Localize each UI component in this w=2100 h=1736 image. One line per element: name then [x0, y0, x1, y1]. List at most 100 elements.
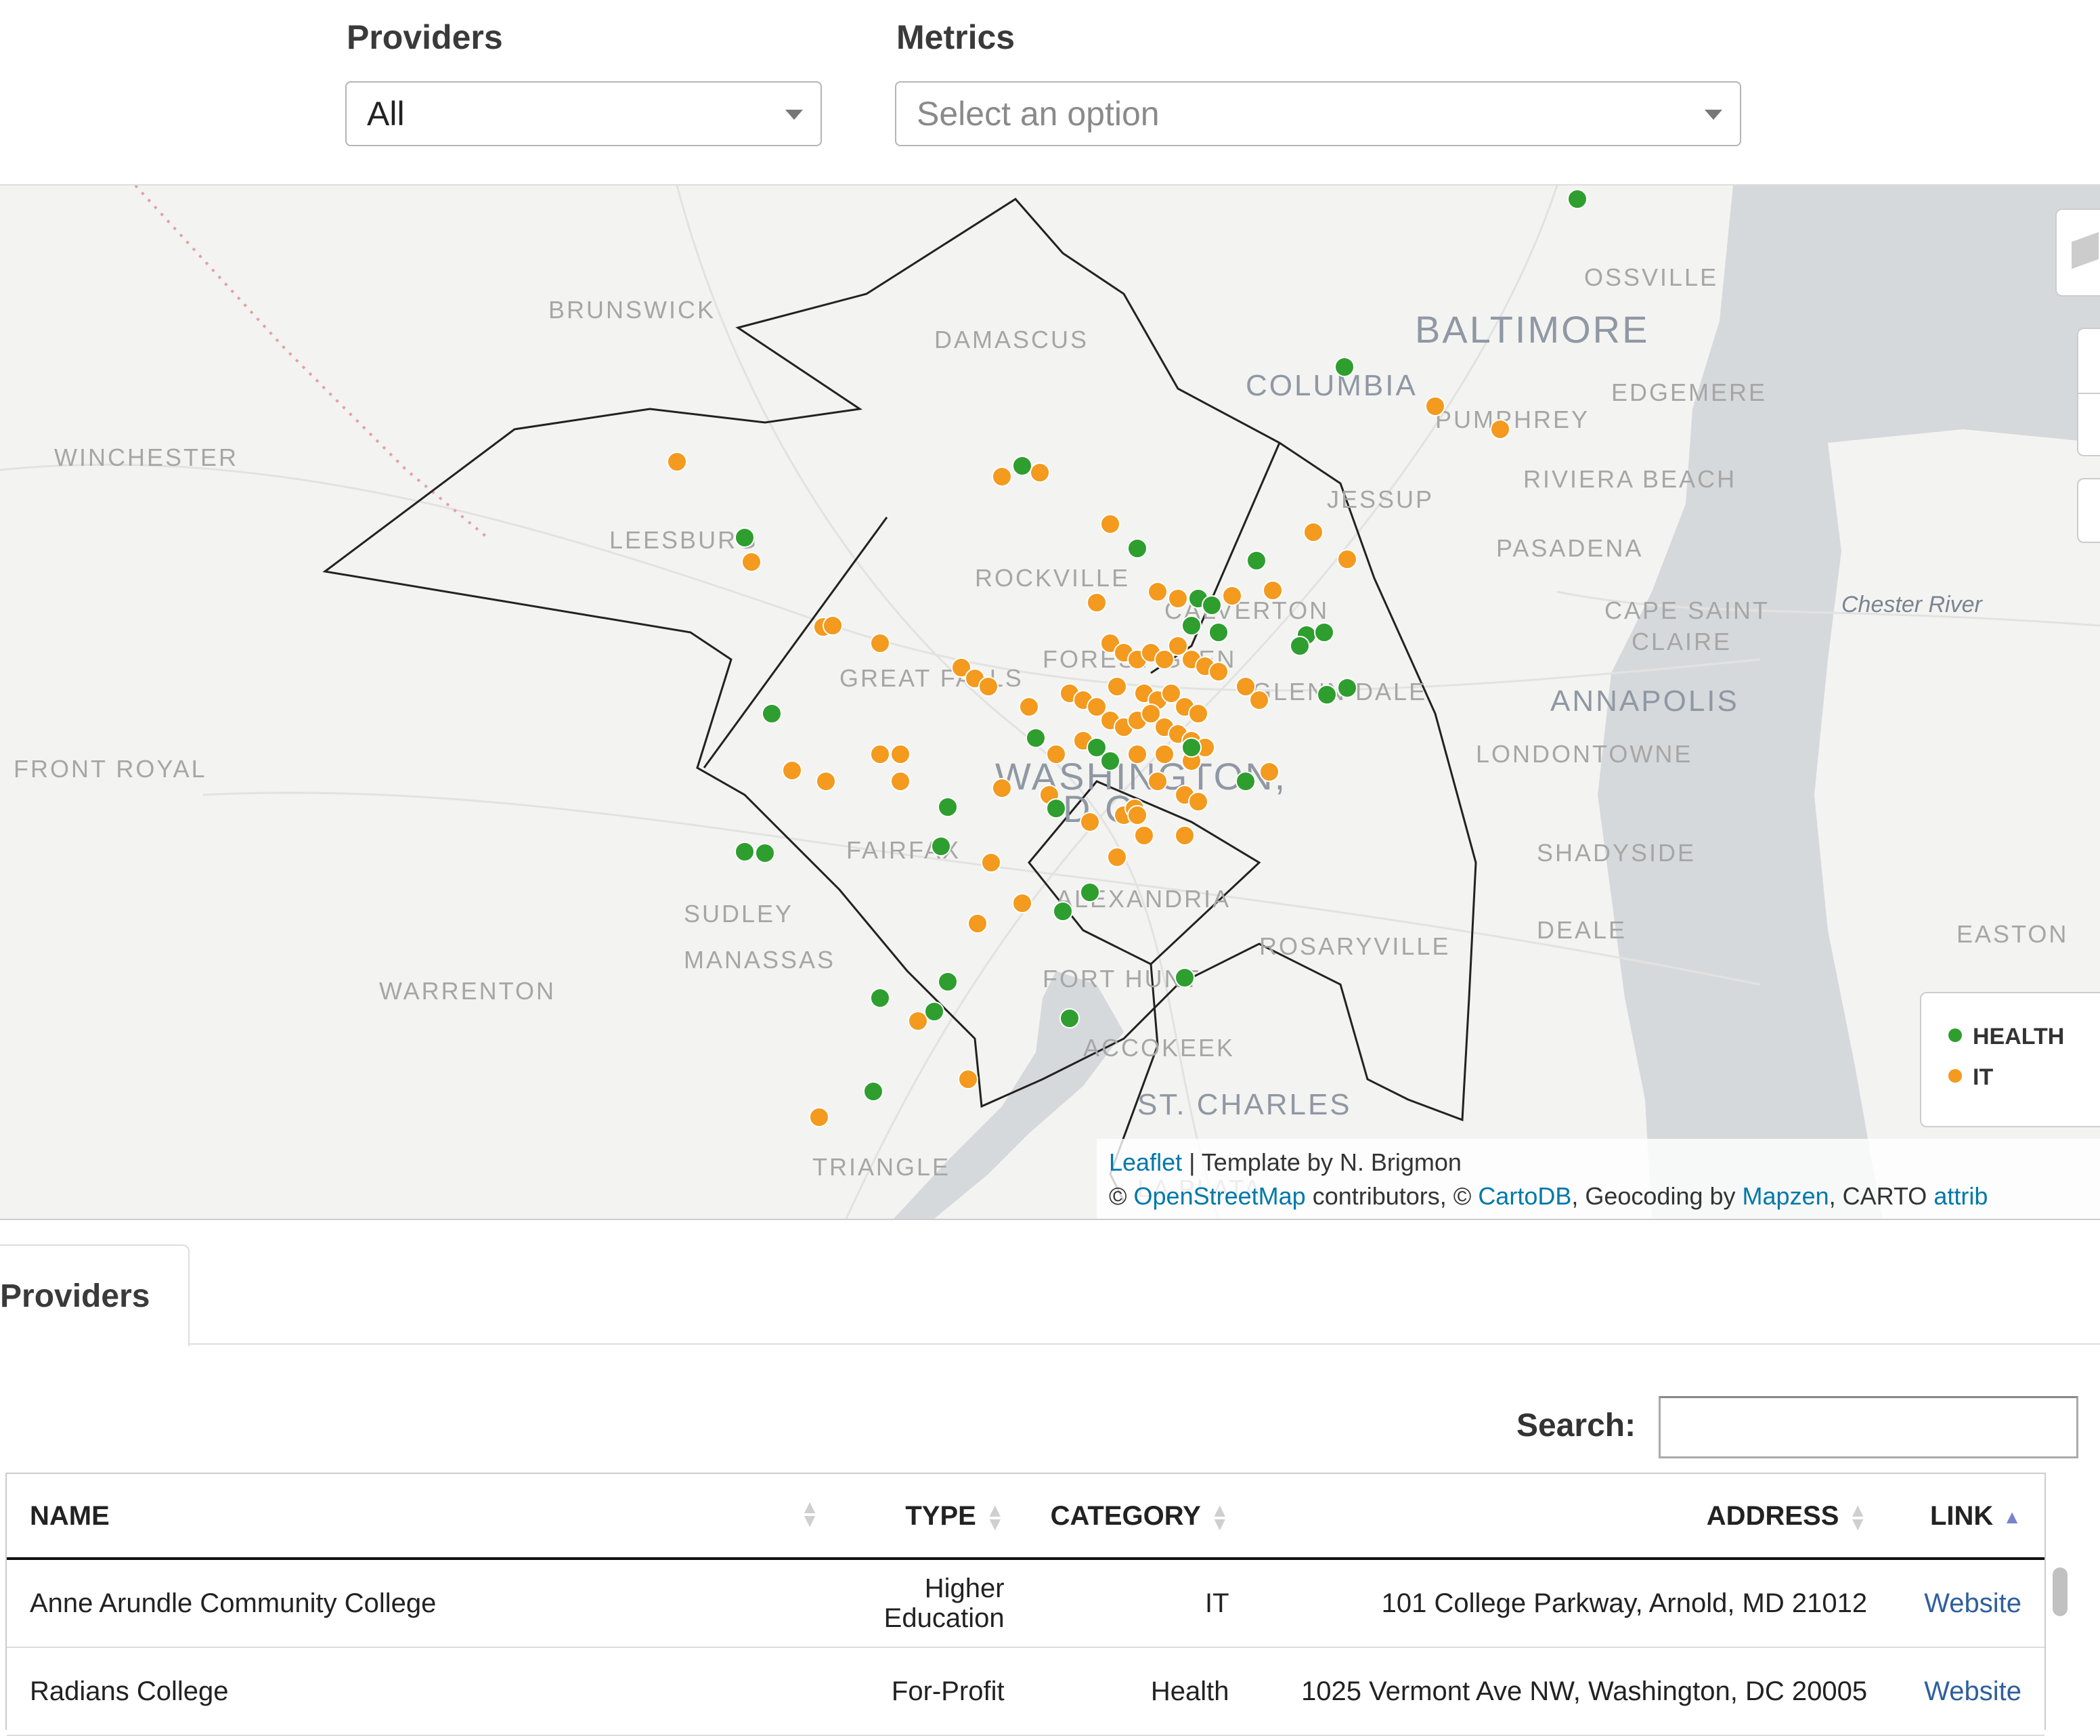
carto-attribution-link[interactable]: attrib [1933, 1182, 1988, 1210]
health-provider-marker[interactable] [1080, 882, 1100, 903]
health-provider-marker[interactable] [1337, 678, 1357, 698]
health-provider-marker[interactable] [1181, 737, 1202, 758]
search-input[interactable] [1659, 1396, 2078, 1458]
table-row[interactable]: Radians College For-Profit Health 1025 V… [7, 1647, 2044, 1736]
zoom-out-button[interactable] [2078, 394, 2100, 458]
leaflet-link[interactable]: Leaflet [1109, 1148, 1182, 1176]
it-provider-marker[interactable] [1188, 791, 1208, 812]
it-provider-marker[interactable] [1030, 462, 1050, 483]
it-provider-marker[interactable] [958, 1069, 978, 1089]
it-provider-marker[interactable] [1188, 703, 1208, 724]
tab-providers[interactable]: Providers [0, 1244, 190, 1346]
health-provider-marker[interactable] [863, 1081, 883, 1102]
health-provider-marker[interactable] [1235, 771, 1256, 791]
it-provider-marker[interactable] [1012, 893, 1032, 913]
health-provider-marker[interactable] [762, 703, 782, 724]
it-provider-marker[interactable] [870, 633, 890, 653]
website-link[interactable]: Website [1924, 1588, 2021, 1618]
health-provider-marker[interactable] [1100, 751, 1120, 771]
health-provider-marker[interactable] [735, 527, 755, 548]
osm-link[interactable]: OpenStreetMap [1134, 1182, 1306, 1210]
zoom-control[interactable] [2077, 328, 2100, 456]
it-provider-marker[interactable] [1259, 762, 1279, 782]
health-provider-marker[interactable] [1567, 189, 1588, 209]
it-provider-marker[interactable] [823, 615, 843, 636]
health-provider-marker[interactable] [1290, 636, 1310, 656]
it-provider-marker[interactable] [1425, 396, 1445, 416]
health-provider-marker[interactable] [1127, 538, 1147, 559]
it-provider-marker[interactable] [1107, 676, 1127, 697]
column-header-type[interactable]: TYPE ▲ ▼ [832, 1475, 1028, 1560]
metrics-select[interactable]: Select an option [895, 81, 1741, 146]
it-provider-marker[interactable] [1249, 690, 1269, 710]
it-provider-marker[interactable] [978, 676, 999, 697]
table-row[interactable]: Anne Arundle Community College Higher Edu… [7, 1559, 2044, 1648]
it-provider-marker[interactable] [1127, 805, 1147, 825]
it-provider-marker[interactable] [1222, 586, 1242, 606]
scrollbar-thumb[interactable] [2053, 1567, 2068, 1616]
providers-select[interactable]: All [345, 81, 822, 146]
it-provider-marker[interactable] [992, 466, 1012, 487]
health-provider-marker[interactable] [1314, 622, 1334, 643]
it-provider-marker[interactable] [782, 760, 802, 781]
it-provider-marker[interactable] [1019, 697, 1039, 717]
it-provider-marker[interactable] [981, 852, 1001, 873]
health-provider-marker[interactable] [1208, 622, 1229, 643]
map[interactable]: BRUNSWICK DAMASCUS BALTIMORE COLUMBIA PUMPHR… [0, 184, 2100, 1220]
it-provider-marker[interactable] [1263, 580, 1283, 601]
column-header-link[interactable]: LINK ▲ [1890, 1475, 2044, 1560]
it-provider-marker[interactable] [1337, 549, 1357, 569]
it-provider-marker[interactable] [890, 744, 911, 764]
health-provider-marker[interactable] [1334, 357, 1355, 377]
it-provider-marker[interactable] [1134, 825, 1154, 846]
it-provider-marker[interactable] [992, 778, 1012, 798]
table-scrollbar[interactable] [2046, 1557, 2073, 1727]
cartodb-link[interactable]: CartoDB [1478, 1182, 1571, 1210]
health-provider-marker[interactable] [1053, 901, 1073, 921]
it-provider-marker[interactable] [741, 552, 762, 572]
it-provider-marker[interactable] [1127, 744, 1147, 764]
health-provider-marker[interactable] [1246, 550, 1267, 571]
health-provider-marker[interactable] [1181, 615, 1202, 636]
health-provider-marker[interactable] [924, 1001, 944, 1022]
column-header-name[interactable]: NAME ▲ ▼ [7, 1475, 833, 1560]
health-provider-marker[interactable] [1046, 798, 1066, 819]
health-provider-marker[interactable] [870, 988, 890, 1008]
health-provider-marker[interactable] [1317, 685, 1337, 705]
it-provider-marker[interactable] [1046, 744, 1066, 764]
it-provider-marker[interactable] [1147, 582, 1168, 602]
it-provider-marker[interactable] [1080, 812, 1100, 832]
mapzen-link[interactable]: Mapzen [1743, 1182, 1829, 1210]
it-provider-marker[interactable] [967, 913, 988, 934]
locate-control[interactable] [2077, 478, 2100, 543]
it-provider-marker[interactable] [1175, 825, 1195, 846]
health-provider-marker[interactable] [1012, 456, 1032, 476]
it-provider-marker[interactable] [1208, 661, 1229, 682]
it-provider-marker[interactable] [1087, 592, 1107, 613]
it-provider-marker[interactable] [667, 452, 687, 472]
website-link[interactable]: Website [1924, 1676, 2021, 1706]
it-provider-marker[interactable] [1147, 771, 1168, 791]
column-header-category[interactable]: CATEGORY ▲ ▼ [1027, 1475, 1252, 1560]
health-provider-marker[interactable] [1059, 1008, 1080, 1028]
it-provider-marker[interactable] [890, 771, 911, 791]
health-provider-marker[interactable] [938, 972, 958, 992]
it-provider-marker[interactable] [1168, 588, 1188, 609]
map-canvas[interactable]: BRUNSWICK DAMASCUS BALTIMORE COLUMBIA PUMPHR… [0, 186, 2100, 1219]
it-provider-marker[interactable] [1100, 514, 1120, 534]
it-provider-marker[interactable] [1490, 419, 1510, 439]
it-provider-marker[interactable] [1154, 744, 1175, 764]
column-header-address[interactable]: ADDRESS ▲ ▼ [1252, 1475, 1891, 1560]
health-provider-marker[interactable] [931, 836, 951, 856]
health-provider-marker[interactable] [755, 843, 775, 863]
it-provider-marker[interactable] [1107, 847, 1127, 867]
health-provider-marker[interactable] [1026, 728, 1046, 748]
health-provider-marker[interactable] [735, 842, 755, 862]
health-provider-marker[interactable] [1202, 595, 1222, 615]
it-provider-marker[interactable] [816, 771, 836, 791]
zoom-in-button[interactable] [2078, 329, 2100, 394]
it-provider-marker[interactable] [809, 1107, 829, 1127]
health-provider-marker[interactable] [938, 797, 958, 817]
it-provider-marker[interactable] [1303, 522, 1324, 542]
layers-control[interactable] [2055, 209, 2100, 297]
